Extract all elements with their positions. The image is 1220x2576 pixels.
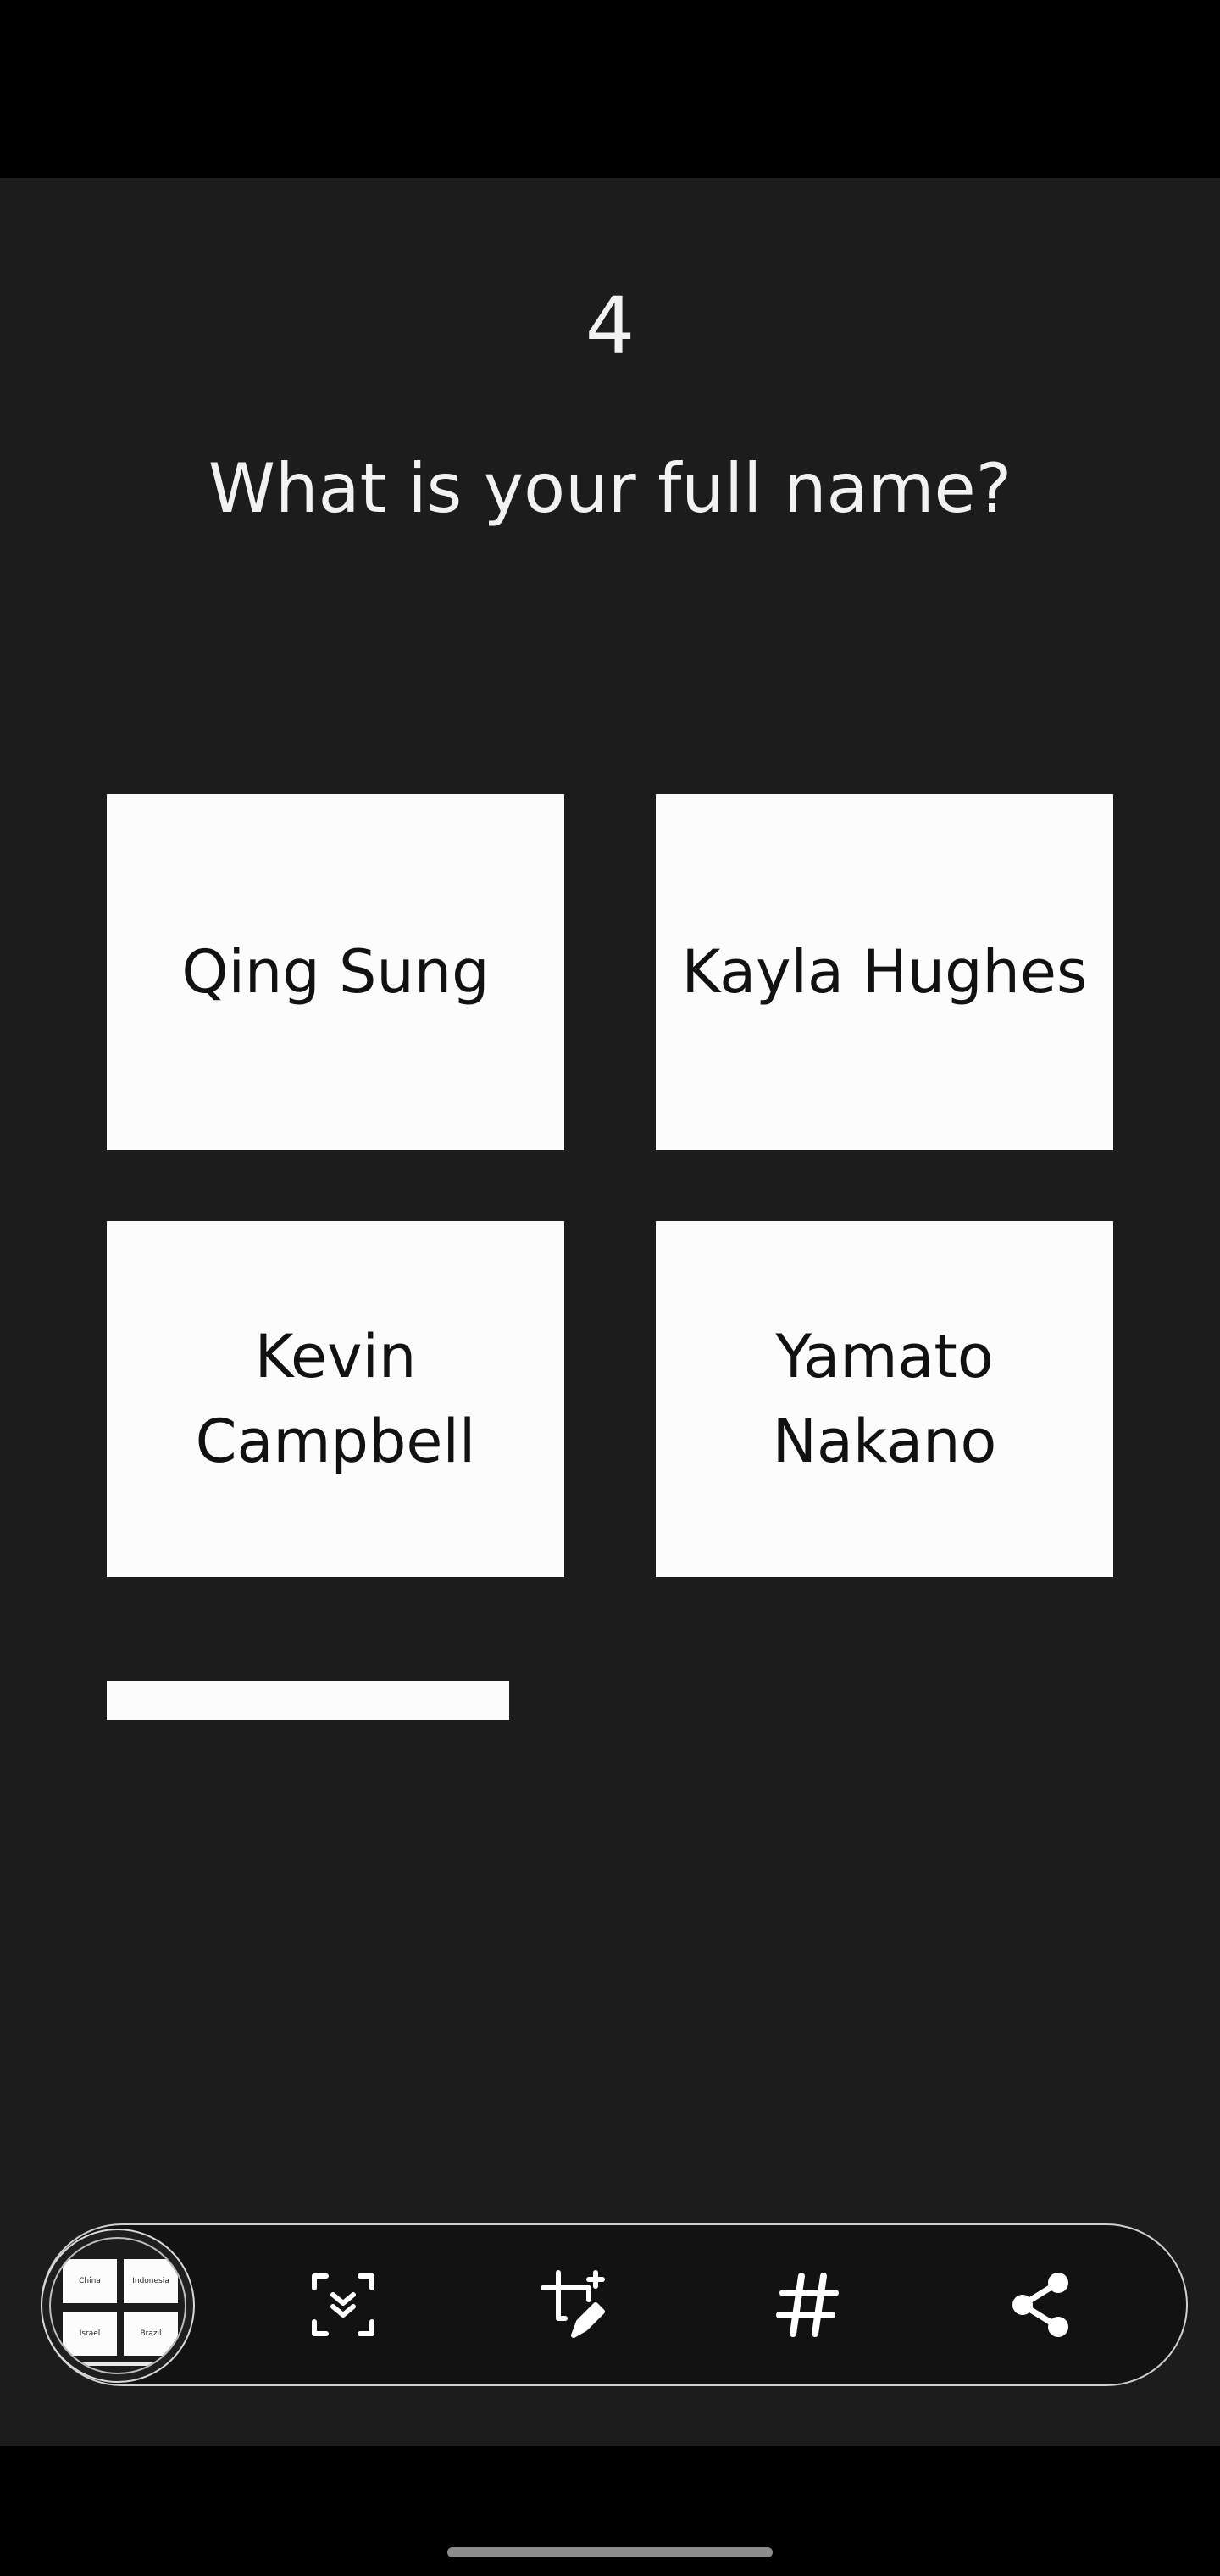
answer-option-4[interactable]: Yamato Nakano — [656, 1221, 1113, 1577]
answer-option-3[interactable]: Kevin Campbell — [107, 1221, 564, 1577]
timer-progress-fill — [107, 1681, 510, 1720]
answer-option-label: Yamato Nakano — [772, 1322, 997, 1476]
thumbnail-card: China — [63, 2259, 117, 2303]
thumbnail-underline — [69, 2362, 171, 2366]
question-number: 4 — [585, 280, 635, 371]
timer-progress-bar — [107, 1681, 1113, 1720]
answer-option-label: Qing Sung — [181, 937, 490, 1007]
answer-option-label: Kevin Campbell — [195, 1322, 476, 1476]
answer-option-1[interactable]: Qing Sung — [107, 794, 564, 1150]
crop-edit-icon[interactable] — [535, 2264, 616, 2346]
thumbnail-card: Brazil — [124, 2312, 178, 2356]
thumbnail-card: Israel — [63, 2312, 117, 2356]
answer-option-2[interactable]: Kayla Hughes — [656, 794, 1113, 1150]
hashtag-icon[interactable] — [768, 2264, 849, 2346]
screenshot-thumbnail[interactable]: China Indonesia Israel Brazil — [41, 2229, 195, 2383]
status-bar — [0, 0, 1220, 178]
scroll-capture-icon[interactable] — [302, 2264, 384, 2346]
question-text: What is your full name? — [208, 449, 1012, 528]
thumbnail-card: Indonesia — [124, 2259, 178, 2303]
share-icon[interactable] — [1001, 2264, 1082, 2346]
answer-option-label: Kayla Hughes — [681, 937, 1088, 1007]
thumbnail-preview: China Indonesia Israel Brazil — [49, 2237, 186, 2374]
home-indicator[interactable] — [447, 2547, 773, 2557]
